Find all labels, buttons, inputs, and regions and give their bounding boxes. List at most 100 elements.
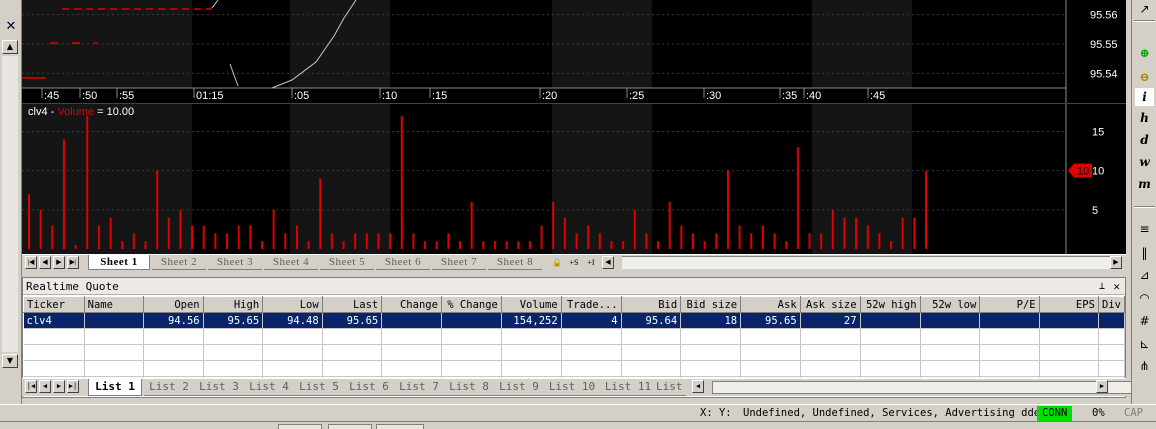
scroll-up-icon[interactable]: ▲: [2, 40, 18, 54]
volume-bar: [796, 147, 799, 249]
grid-icon[interactable]: #: [1135, 312, 1154, 330]
chart-band: [22, 104, 192, 254]
tab-list-9[interactable]: List 9: [494, 379, 544, 396]
arc-icon[interactable]: ◠: [1135, 289, 1154, 307]
hour-interval-icon[interactable]: h: [1135, 109, 1154, 127]
price-axis-label: 95.55: [1090, 39, 1118, 51]
panel-splitter[interactable]: [22, 270, 1126, 277]
vertical-lines-icon[interactable]: ‖: [1135, 244, 1154, 262]
list-horizontal-scrollbar[interactable]: [712, 381, 1132, 394]
volume-bar: [226, 233, 229, 249]
table-cell: [23, 328, 85, 345]
tab-sheet-8[interactable]: Sheet 8: [488, 255, 542, 270]
chart-area[interactable]: 95.56 95.55 95.54:45:50:55 01:15:05:10:15:2…: [22, 0, 1126, 254]
prev-list-icon[interactable]: ◀: [39, 380, 51, 393]
month-interval-icon[interactable]: m: [1135, 175, 1154, 193]
tab-list-3[interactable]: List 3: [194, 379, 244, 396]
fan-lines-icon[interactable]: ⊿: [1135, 266, 1154, 284]
taskbar-slot[interactable]: [278, 424, 322, 429]
column-header[interactable]: High: [202, 296, 264, 313]
tab-list-6[interactable]: List 6: [344, 379, 394, 396]
tab-sheet-6[interactable]: Sheet 6: [376, 255, 430, 270]
next-sheet-icon[interactable]: ▶: [53, 256, 65, 269]
taskbar-slot[interactable]: [376, 424, 424, 429]
close-icon[interactable]: ✕: [3, 20, 19, 34]
tab-list-11[interactable]: List 11: [600, 379, 656, 396]
tab-sheet-3[interactable]: Sheet 3: [208, 255, 262, 270]
taskbar-slot[interactable]: [328, 424, 372, 429]
tab-list-2[interactable]: List 2: [144, 379, 194, 396]
column-header[interactable]: % Change: [440, 296, 502, 313]
lock-icon[interactable]: 🔒: [549, 256, 565, 269]
pitchfork-icon[interactable]: ⋔: [1135, 357, 1154, 375]
table-row[interactable]: clv4 94.56 95.65 94.48 95.65 154,252 4 95.64 18 9…: [23, 312, 1126, 329]
tab-list-5[interactable]: List 5: [294, 379, 344, 396]
tab-list-12[interactable]: List: [656, 379, 686, 396]
table-row[interactable]: [23, 344, 1126, 361]
volume-chart[interactable]: 15 10 5 10: [22, 104, 1126, 254]
price-chart[interactable]: 95.56 95.55 95.54:45:50:55 01:15:05:10:15:2…: [22, 0, 1126, 103]
column-header[interactable]: EPS: [1038, 296, 1099, 313]
week-interval-icon[interactable]: w: [1135, 153, 1154, 171]
tab-sheet-7[interactable]: Sheet 7: [432, 255, 486, 270]
column-header[interactable]: Ask: [740, 296, 801, 313]
scroll-left-icon[interactable]: ◀: [602, 256, 614, 269]
day-interval-icon[interactable]: d: [1135, 131, 1154, 149]
tab-list-1[interactable]: List 1: [88, 379, 142, 396]
tab-list-7[interactable]: List 7: [394, 379, 444, 396]
info-icon[interactable]: i: [1135, 88, 1154, 106]
scroll-down-icon[interactable]: ▼: [2, 354, 18, 368]
fibonacci-icon[interactable]: ⊾: [1135, 335, 1154, 353]
add-item-button[interactable]: +I: [583, 256, 599, 269]
tab-list-4[interactable]: List 4: [244, 379, 294, 396]
add-sheet-button[interactable]: +S: [566, 256, 582, 269]
next-list-icon[interactable]: ▶: [53, 380, 65, 393]
last-list-icon[interactable]: ▶|: [67, 380, 79, 393]
tab-sheet-1[interactable]: Sheet 1: [88, 255, 150, 270]
scroll-right-icon[interactable]: ▶: [1110, 256, 1122, 269]
list-scroll-right-icon[interactable]: ▶: [1096, 380, 1108, 393]
volume-bar: [668, 202, 671, 249]
column-header[interactable]: Open: [143, 296, 204, 313]
zoom-in-icon[interactable]: ⊕: [1135, 44, 1154, 62]
horizontal-lines-icon[interactable]: ≡: [1135, 220, 1154, 238]
volume-bar: [86, 115, 89, 249]
column-header[interactable]: Volume: [500, 296, 562, 313]
column-header[interactable]: Last: [321, 296, 383, 313]
pin-icon[interactable]: ⊥: [1099, 278, 1105, 295]
column-header[interactable]: Ticker: [23, 296, 85, 313]
column-header[interactable]: Trade...: [560, 296, 622, 313]
column-header[interactable]: Bid size: [680, 296, 742, 313]
cursor-arrow-icon[interactable]: ↗: [1135, 0, 1154, 18]
tab-sheet-4[interactable]: Sheet 4: [264, 255, 318, 270]
table-row[interactable]: [23, 328, 1126, 345]
volume-bar: [703, 241, 706, 249]
column-header[interactable]: Ask size: [799, 296, 861, 313]
close-icon[interactable]: ✕: [1113, 278, 1120, 295]
scrollbar-track[interactable]: [2, 56, 18, 352]
tab-list-10[interactable]: List 10: [544, 379, 600, 396]
table-row[interactable]: [23, 360, 1126, 377]
column-header[interactable]: P/E: [979, 296, 1040, 313]
volume-bar: [808, 233, 811, 249]
last-sheet-icon[interactable]: ▶|: [67, 256, 79, 269]
table-cell: [143, 344, 204, 361]
zoom-out-icon[interactable]: ⊖: [1135, 68, 1154, 86]
tab-list-8[interactable]: List 8: [444, 379, 494, 396]
list-scroll-left-icon[interactable]: ◀: [692, 380, 704, 393]
column-header[interactable]: Div: [1097, 296, 1126, 313]
column-header[interactable]: 52w low: [919, 296, 981, 313]
first-sheet-icon[interactable]: |◀: [25, 256, 37, 269]
column-header[interactable]: Name: [83, 296, 145, 313]
prev-sheet-icon[interactable]: ◀: [39, 256, 51, 269]
tab-sheet-5[interactable]: Sheet 5: [320, 255, 374, 270]
column-header[interactable]: 52w high: [859, 296, 921, 313]
column-header[interactable]: Bid: [620, 296, 682, 313]
first-list-icon[interactable]: |◀: [25, 380, 37, 393]
column-header[interactable]: Change: [381, 296, 442, 313]
column-header[interactable]: Low: [262, 296, 323, 313]
table-cell: 4: [561, 312, 622, 329]
volume-bar: [249, 225, 252, 249]
tab-sheet-2[interactable]: Sheet 2: [152, 255, 206, 270]
sheet-horizontal-scrollbar[interactable]: [622, 256, 1118, 269]
